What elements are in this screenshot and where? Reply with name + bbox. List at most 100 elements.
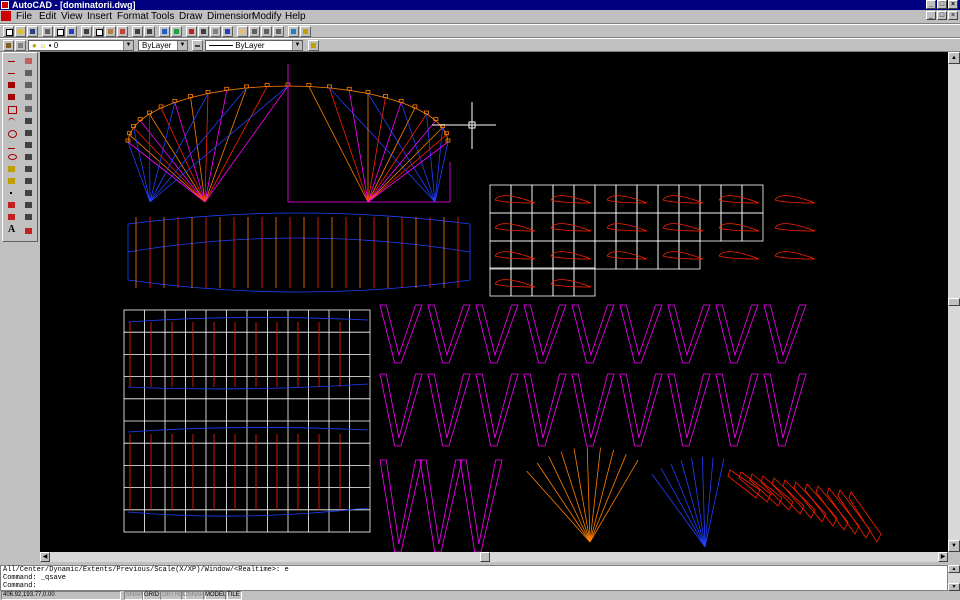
command-scrollbar[interactable]: ▲ ▼ [948, 565, 960, 591]
explode-icon[interactable] [22, 226, 36, 236]
minimize-button[interactable]: _ [926, 0, 936, 9]
cut-icon[interactable] [81, 26, 92, 37]
menu-modify[interactable]: Modify [252, 10, 281, 23]
menu-file[interactable]: File [16, 10, 32, 23]
menu-dimension[interactable]: Dimension [207, 10, 254, 23]
doc-restore-button[interactable]: □ [937, 11, 947, 20]
pan-icon[interactable] [237, 26, 248, 37]
drawing-canvas[interactable] [40, 52, 948, 552]
circle-icon[interactable] [5, 128, 19, 138]
match-properties-icon[interactable] [117, 26, 128, 37]
polygon-icon[interactable] [5, 92, 19, 102]
properties-icon[interactable] [308, 40, 319, 51]
menu-format[interactable]: Format [117, 10, 149, 23]
object-snap-icon[interactable] [186, 26, 197, 37]
spell-check-icon[interactable] [66, 26, 77, 37]
linetype-control-combo[interactable]: ByLayer ▼ [205, 40, 303, 51]
web-browser-icon[interactable] [171, 26, 182, 37]
ucs-icon[interactable] [198, 26, 209, 37]
grid-toggle[interactable]: GRID [142, 591, 161, 600]
aerial-view-icon[interactable] [288, 26, 299, 37]
make-layer-current-icon[interactable] [3, 40, 14, 51]
command-window[interactable]: All/Center/Dynamic/Extents/Previous/Scal… [0, 565, 948, 591]
color-control-combo[interactable]: ByLayer ▼ [138, 40, 188, 51]
fan-line [837, 489, 871, 539]
autocad-app-icon[interactable] [1, 1, 9, 9]
extend-icon[interactable] [22, 188, 36, 198]
linetype-icon[interactable] [192, 40, 203, 51]
copy-object-icon[interactable] [22, 68, 36, 78]
new-icon[interactable] [3, 26, 14, 37]
scroll-down-icon[interactable]: ▼ [948, 540, 960, 552]
scroll-right-icon[interactable]: ▶ [938, 552, 948, 562]
menu-draw[interactable]: Draw [179, 10, 202, 23]
spline-icon[interactable] [5, 140, 19, 150]
open-icon[interactable] [15, 26, 26, 37]
rotate-icon[interactable] [22, 128, 36, 138]
move-icon[interactable] [22, 116, 36, 126]
point-icon[interactable] [5, 188, 19, 198]
doc-minimize-button[interactable]: _ [926, 11, 936, 20]
save-icon[interactable] [27, 26, 38, 37]
coordinate-readout[interactable]: 406.92,193.77,0.00 [1, 591, 121, 600]
hatch-icon[interactable] [5, 200, 19, 210]
command-prompt[interactable]: Command: [1, 582, 947, 590]
ellipse-icon[interactable] [5, 152, 19, 162]
break-icon[interactable] [22, 200, 36, 210]
zoom-realtime-icon[interactable] [249, 26, 260, 37]
make-block-icon[interactable] [5, 176, 19, 186]
scale-icon[interactable] [22, 140, 36, 150]
vertical-scroll-thumb[interactable] [948, 298, 960, 306]
document-icon[interactable] [1, 11, 11, 21]
zoom-previous-icon[interactable] [273, 26, 284, 37]
redo-icon[interactable] [144, 26, 155, 37]
hyperlink-icon[interactable] [159, 26, 170, 37]
stretch-icon[interactable] [22, 152, 36, 162]
offset-icon[interactable] [22, 92, 36, 102]
erase-icon[interactable] [22, 56, 36, 66]
panel-curve [127, 507, 369, 517]
vertical-scrollbar[interactable]: ▲ ▼ [948, 52, 960, 552]
zoom-window-icon[interactable] [261, 26, 272, 37]
menu-view[interactable]: View [61, 10, 83, 23]
array-icon[interactable] [22, 104, 36, 114]
print-icon[interactable] [42, 26, 53, 37]
mirror-icon[interactable] [22, 80, 36, 90]
insert-block-icon[interactable] [5, 164, 19, 174]
ray-icon[interactable] [5, 68, 19, 78]
horizontal-scrollbar[interactable]: ◀ ▶ [40, 552, 948, 562]
menu-insert[interactable]: Insert [87, 10, 112, 23]
scroll-up-icon[interactable]: ▲ [948, 52, 960, 64]
menu-help[interactable]: Help [285, 10, 306, 23]
copy-icon[interactable] [93, 26, 104, 37]
undo-icon[interactable] [132, 26, 143, 37]
scroll-up-icon[interactable]: ▲ [948, 565, 960, 573]
scroll-left-icon[interactable]: ◀ [40, 552, 50, 562]
lengthen-icon[interactable] [22, 164, 36, 174]
menu-edit[interactable]: Edit [39, 10, 56, 23]
horizontal-scroll-thumb[interactable] [480, 552, 490, 562]
layers-icon[interactable] [15, 40, 26, 51]
polyline-icon[interactable] [5, 80, 19, 90]
help-icon[interactable] [300, 26, 311, 37]
line-icon[interactable] [5, 56, 19, 66]
trim-icon[interactable] [22, 176, 36, 186]
print-preview-icon[interactable] [54, 26, 65, 37]
arc-icon[interactable] [5, 116, 19, 126]
multiline-text-icon[interactable]: A [5, 224, 19, 236]
rectangle-icon[interactable] [5, 104, 19, 114]
status-bar: 406.92,193.77,0.00 SNAP GRID ORTHO OSNAP… [0, 591, 960, 600]
profile-cell [615, 184, 638, 214]
doc-close-button[interactable]: × [948, 11, 958, 20]
layer-control-combo[interactable]: ● ☼ ▪ 0 ▼ [28, 40, 134, 51]
tile-toggle[interactable]: TILE [225, 591, 242, 600]
close-button[interactable]: × [948, 0, 958, 9]
scroll-down-icon[interactable]: ▼ [948, 583, 960, 591]
paste-icon[interactable] [105, 26, 116, 37]
menu-tools[interactable]: Tools [151, 10, 174, 23]
inquiry-icon[interactable] [210, 26, 221, 37]
maximize-button[interactable]: □ [937, 0, 947, 9]
region-icon[interactable] [5, 212, 19, 222]
chamfer-icon[interactable] [22, 212, 36, 222]
redraw-icon[interactable] [222, 26, 233, 37]
